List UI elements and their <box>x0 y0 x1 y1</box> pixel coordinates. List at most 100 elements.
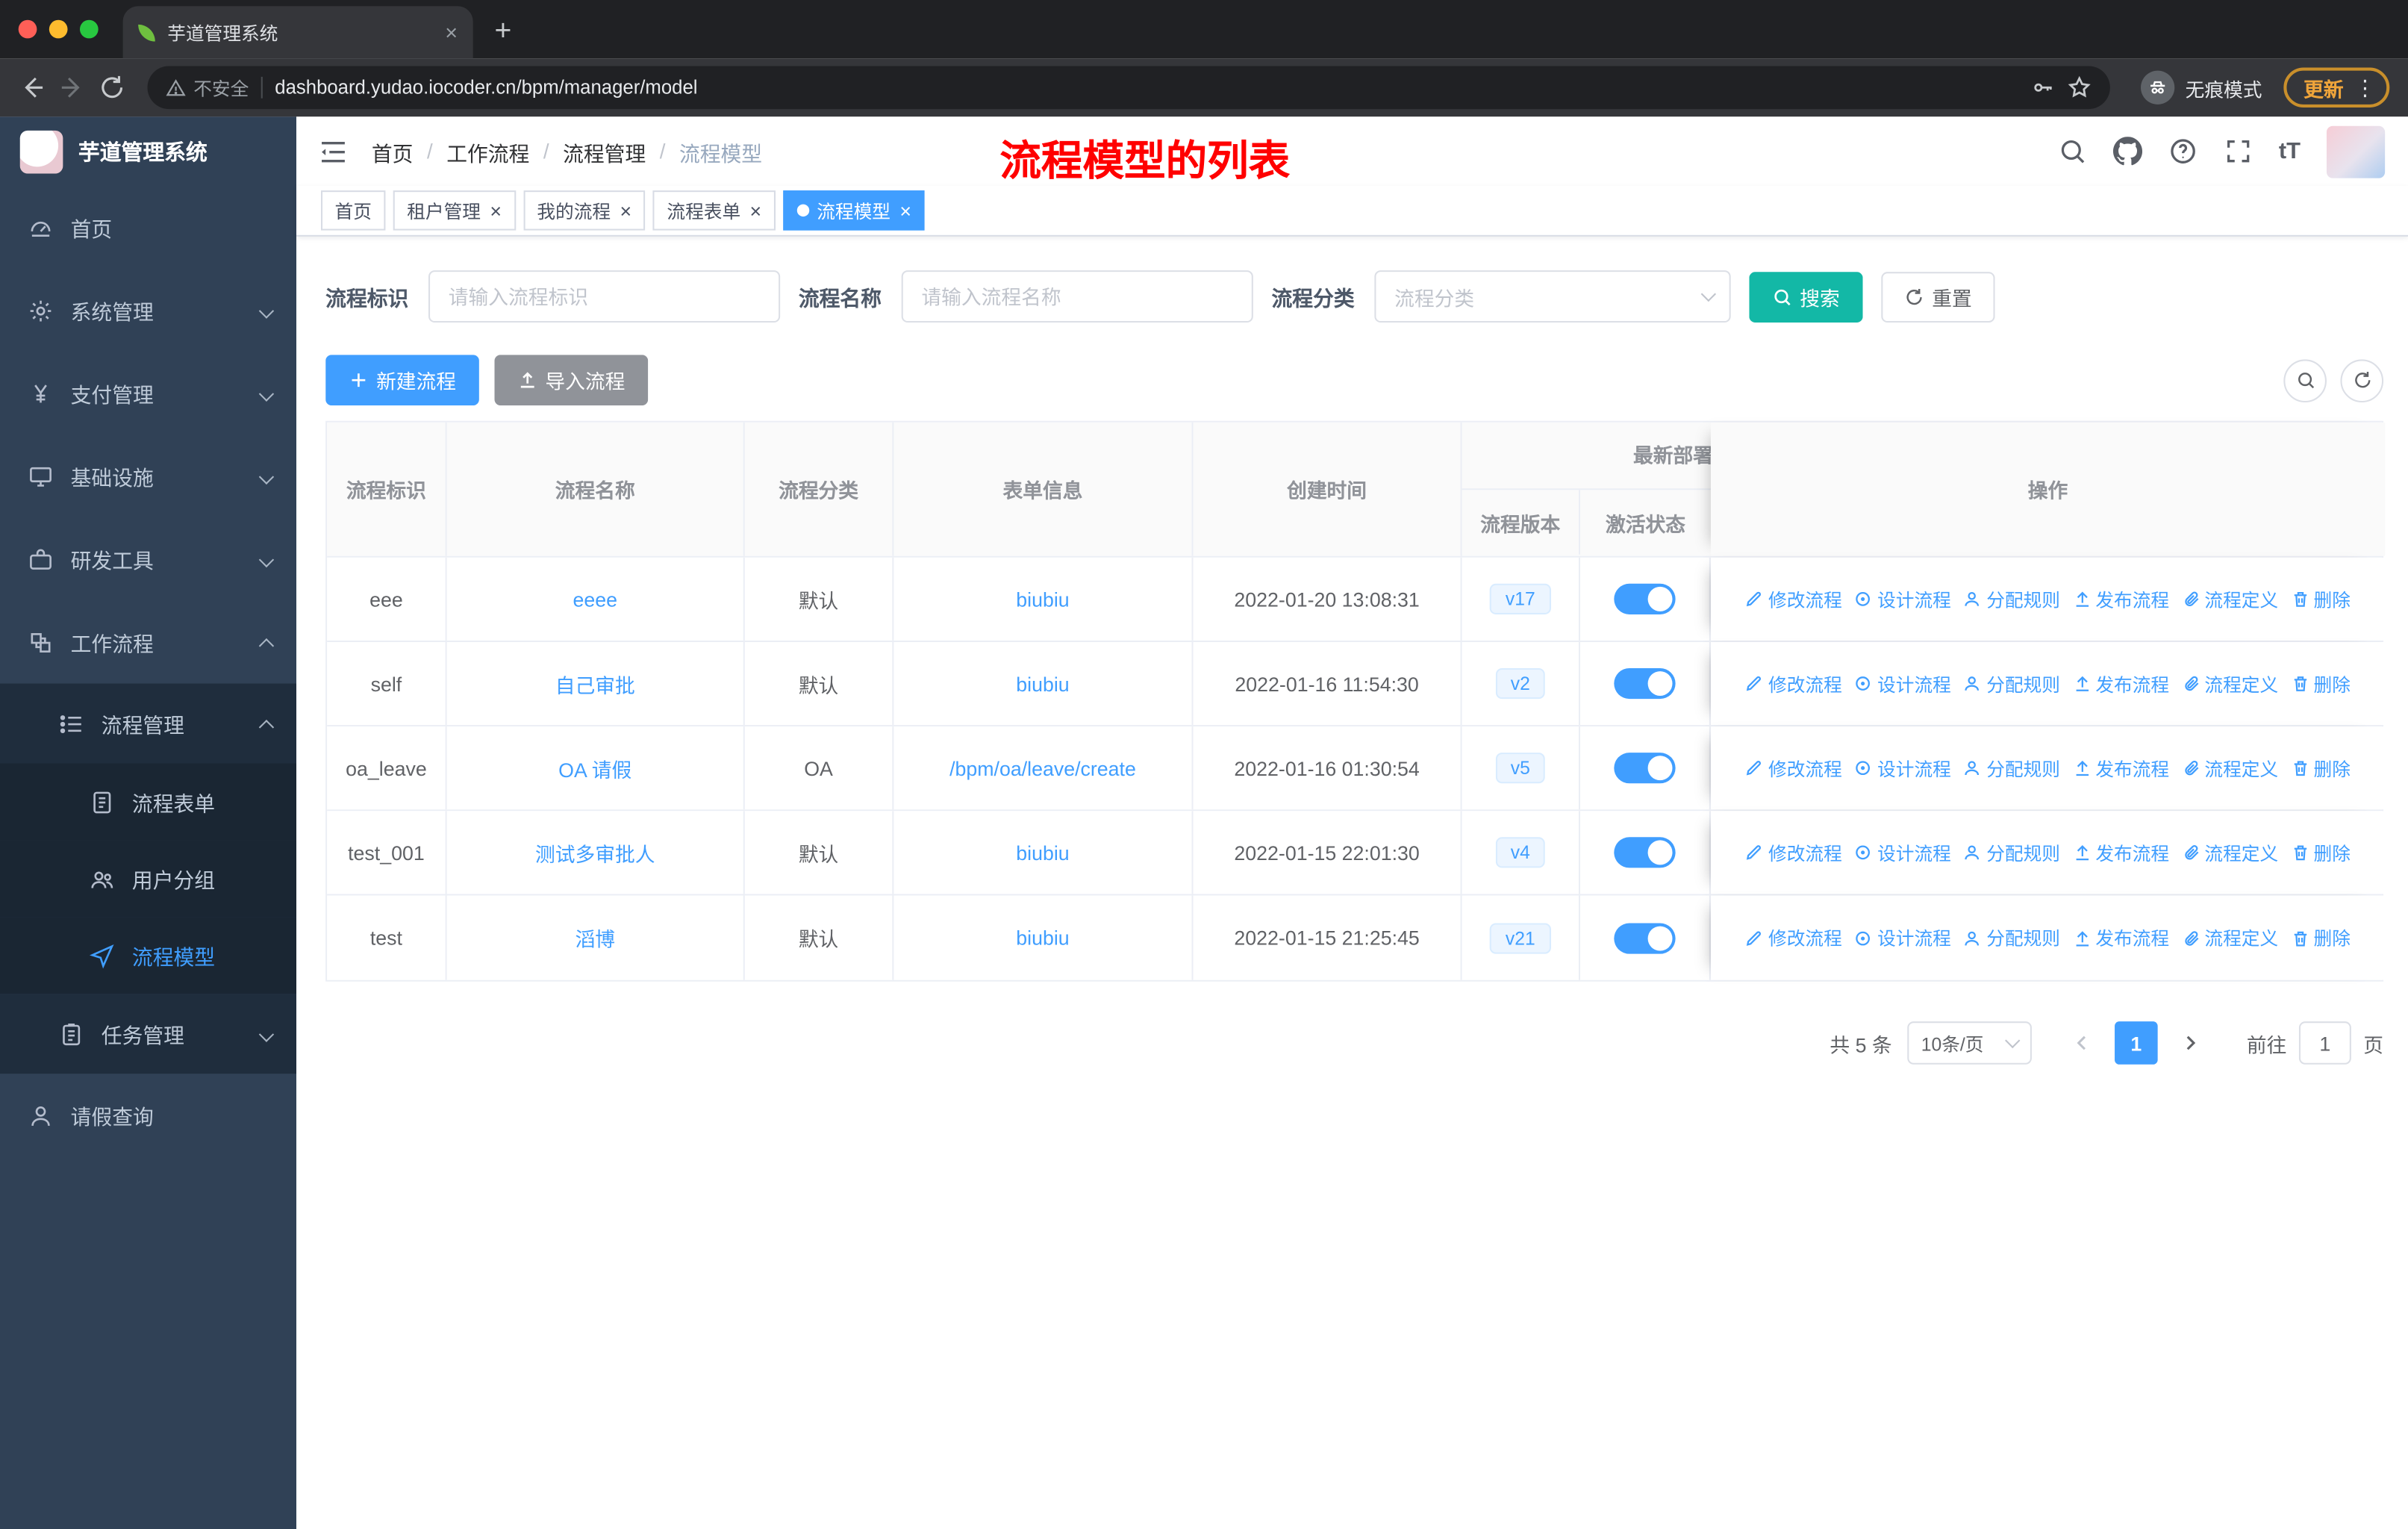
delete-process-link[interactable]: 删除 <box>2291 839 2351 865</box>
process-name-link[interactable]: 测试多审批人 <box>535 838 655 867</box>
import-process-button[interactable]: 导入流程 <box>494 355 649 406</box>
search-button[interactable]: 搜索 <box>1749 271 1863 323</box>
assign-rule-link[interactable]: 分配规则 <box>1963 586 2060 612</box>
sidebar-item-user-group[interactable]: 用户分组 <box>0 840 297 918</box>
process-name-link[interactable]: 自己审批 <box>555 669 635 698</box>
search-icon[interactable] <box>2058 137 2087 166</box>
tag-tenant-management[interactable]: 租户管理 × <box>393 190 516 231</box>
active-toggle[interactable] <box>1614 667 1676 700</box>
process-definition-link[interactable]: 流程定义 <box>2182 586 2278 612</box>
design-process-link[interactable]: 设计流程 <box>1854 925 1951 951</box>
publish-process-link[interactable]: 发布流程 <box>2072 925 2169 951</box>
password-key-icon[interactable] <box>2030 75 2055 100</box>
design-process-link[interactable]: 设计流程 <box>1854 670 1951 697</box>
app-logo[interactable]: 芋道管理系统 <box>0 116 296 186</box>
sidebar-item-payment-management[interactable]: 支付管理 <box>0 352 296 435</box>
active-toggle[interactable] <box>1614 922 1676 953</box>
process-name-link[interactable]: OA 请假 <box>558 753 631 782</box>
sidebar-item-leave-query[interactable]: 请假查询 <box>0 1074 296 1156</box>
help-icon[interactable] <box>2168 137 2198 166</box>
browser-tab[interactable]: 芋道管理系统 × <box>122 6 473 59</box>
sidebar-item-workflow[interactable]: 工作流程 <box>0 600 296 683</box>
font-size-icon[interactable]: tT <box>2279 138 2301 164</box>
reset-button[interactable]: 重置 <box>1881 271 1995 323</box>
github-icon[interactable] <box>2112 137 2142 166</box>
prev-page-button[interactable] <box>2065 1021 2099 1065</box>
sidebar-item-process-model[interactable]: 流程模型 <box>0 917 297 994</box>
publish-process-link[interactable]: 发布流程 <box>2072 755 2169 781</box>
process-name-link[interactable]: 滔博 <box>575 923 615 952</box>
sidebar-item-infrastructure[interactable]: 基础设施 <box>0 435 296 517</box>
delete-process-link[interactable]: 删除 <box>2291 670 2351 697</box>
process-name-input[interactable] <box>901 270 1253 323</box>
security-warning[interactable]: 不安全 <box>166 75 249 101</box>
minimize-window-button[interactable] <box>49 19 68 39</box>
active-toggle[interactable] <box>1614 837 1676 868</box>
design-process-link[interactable]: 设计流程 <box>1854 755 1951 781</box>
browser-menu-icon[interactable]: ⋮ <box>2354 75 2376 101</box>
new-tab-button[interactable]: + <box>494 16 511 49</box>
bookmark-star-icon[interactable] <box>2067 75 2092 100</box>
edit-process-link[interactable]: 修改流程 <box>1745 670 1842 697</box>
process-category-select[interactable]: 流程分类 <box>1374 270 1731 323</box>
tag-process-model[interactable]: 流程模型 × <box>782 190 926 231</box>
delete-process-link[interactable]: 删除 <box>2291 755 2351 781</box>
sidebar-item-devtools[interactable]: 研发工具 <box>0 517 296 600</box>
active-toggle[interactable] <box>1614 583 1676 614</box>
sidebar-item-system-management[interactable]: 系统管理 <box>0 269 296 352</box>
tag-my-process[interactable]: 我的流程 × <box>523 190 646 231</box>
create-process-button[interactable]: 新建流程 <box>325 355 479 406</box>
edit-process-link[interactable]: 修改流程 <box>1745 586 1842 612</box>
form-link[interactable]: biubiu <box>1016 588 1069 611</box>
page-size-select[interactable]: 10条/页 <box>1907 1021 2032 1065</box>
next-page-button[interactable] <box>2173 1021 2206 1065</box>
collapse-sidebar-icon[interactable] <box>318 136 349 166</box>
breadcrumb-item[interactable]: 工作流程 <box>446 136 529 166</box>
tab-close-icon[interactable]: × <box>445 22 458 43</box>
form-link[interactable]: biubiu <box>1016 672 1069 695</box>
close-icon[interactable]: × <box>899 200 911 220</box>
edit-process-link[interactable]: 修改流程 <box>1745 839 1842 865</box>
breadcrumb-item[interactable]: 首页 <box>372 136 414 166</box>
form-link[interactable]: biubiu <box>1016 841 1069 864</box>
sidebar-item-home[interactable]: 首页 <box>0 186 296 269</box>
goto-page-input[interactable] <box>2298 1021 2351 1065</box>
assign-rule-link[interactable]: 分配规则 <box>1963 755 2060 781</box>
address-bar[interactable]: 不安全 dashboard.yudao.iocoder.cn/bpm/manag… <box>147 66 2110 110</box>
process-definition-link[interactable]: 流程定义 <box>2182 839 2278 865</box>
form-link[interactable]: biubiu <box>1016 927 1069 950</box>
toggle-search-button[interactable] <box>2283 358 2327 402</box>
sidebar-item-process-form[interactable]: 流程表单 <box>0 763 297 841</box>
edit-process-link[interactable]: 修改流程 <box>1745 755 1842 781</box>
process-definition-link[interactable]: 流程定义 <box>2182 755 2278 781</box>
avatar[interactable] <box>2326 125 2386 178</box>
edit-process-link[interactable]: 修改流程 <box>1745 925 1842 951</box>
process-name-link[interactable]: eeee <box>573 588 617 611</box>
process-definition-link[interactable]: 流程定义 <box>2182 670 2278 697</box>
back-icon[interactable] <box>19 74 46 102</box>
tag-process-form[interactable]: 流程表单 × <box>652 190 776 231</box>
forward-icon[interactable] <box>58 74 86 102</box>
process-key-input[interactable] <box>428 270 781 323</box>
close-icon[interactable]: × <box>620 200 631 220</box>
publish-process-link[interactable]: 发布流程 <box>2072 839 2169 865</box>
design-process-link[interactable]: 设计流程 <box>1854 586 1951 612</box>
fullscreen-icon[interactable] <box>2224 137 2253 166</box>
reload-icon[interactable] <box>99 74 126 102</box>
close-window-button[interactable] <box>18 19 37 39</box>
url-text[interactable]: dashboard.yudao.iocoder.cn/bpm/manager/m… <box>275 77 697 99</box>
tag-home[interactable]: 首页 <box>320 190 386 231</box>
browser-update-button[interactable]: 更新 ⋮ <box>2283 67 2390 108</box>
form-link[interactable]: /bpm/oa/leave/create <box>949 756 1136 779</box>
assign-rule-link[interactable]: 分配规则 <box>1963 925 2060 951</box>
refresh-table-button[interactable] <box>2340 358 2384 402</box>
delete-process-link[interactable]: 删除 <box>2291 925 2351 951</box>
zoom-window-button[interactable] <box>79 19 99 39</box>
sidebar-item-task-management[interactable]: 任务管理 <box>0 994 297 1074</box>
page-number-button[interactable]: 1 <box>2114 1021 2158 1065</box>
design-process-link[interactable]: 设计流程 <box>1854 839 1951 865</box>
assign-rule-link[interactable]: 分配规则 <box>1963 670 2060 697</box>
publish-process-link[interactable]: 发布流程 <box>2072 670 2169 697</box>
active-toggle[interactable] <box>1614 753 1676 784</box>
delete-process-link[interactable]: 删除 <box>2291 586 2351 612</box>
